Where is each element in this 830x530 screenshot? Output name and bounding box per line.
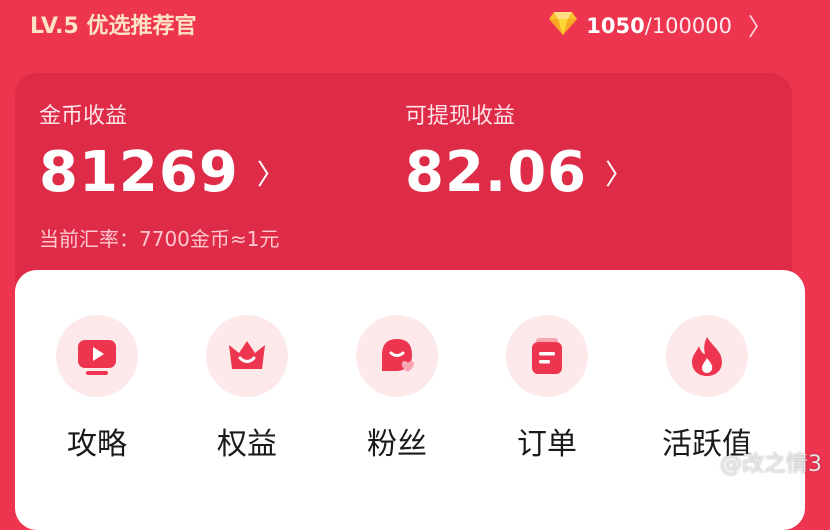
points-progress[interactable]: 1050/100000 〉 (548, 8, 772, 43)
menu-item-label: 粉丝 (367, 427, 427, 462)
withdrawable-earnings-label: 可提现收益 (405, 104, 516, 129)
flame-icon (666, 315, 748, 397)
chevron-right-icon: 〉 (605, 158, 634, 191)
menu-item-label: 订单 (517, 427, 577, 462)
chevron-right-icon: 〉 (256, 158, 285, 191)
coin-earnings[interactable]: 金币收益 81269 〉 (39, 98, 285, 206)
watermark: @改之情3 (720, 452, 822, 477)
coin-earnings-label: 金币收益 (39, 104, 128, 129)
withdrawable-earnings-value: 82.06 (405, 140, 588, 205)
menu-item-strategy[interactable]: 攻略 (32, 315, 162, 463)
exchange-rate: 当前汇率：7700金币≈1元 (39, 227, 280, 251)
level-badge: LV.5 优选推荐官 (30, 14, 197, 39)
menu-item-benefits[interactable]: 权益 (182, 315, 312, 463)
fan-heart-icon (356, 315, 438, 397)
points-total: /100000 (644, 13, 732, 38)
order-icon (506, 315, 588, 397)
earnings-card: 金币收益 81269 〉 可提现收益 82.06 〉 当前汇率：7700金币≈1… (15, 73, 792, 303)
coin-earnings-value: 81269 (39, 140, 239, 205)
menu-card: 攻略 权益 粉丝 订单 活跃值 (15, 270, 805, 530)
menu-item-fans[interactable]: 粉丝 (332, 315, 462, 463)
menu-item-activity[interactable]: 活跃值 (642, 315, 772, 463)
crown-icon (206, 315, 288, 397)
points-current: 1050 (586, 13, 645, 38)
diamond-icon (548, 10, 578, 41)
withdrawable-earnings[interactable]: 可提现收益 82.06 〉 (405, 98, 633, 206)
chevron-right-icon: 〉 (748, 13, 772, 41)
video-play-icon (56, 315, 138, 397)
menu-item-label: 权益 (217, 427, 277, 462)
menu-item-orders[interactable]: 订单 (482, 315, 612, 463)
menu-item-label: 攻略 (67, 427, 127, 462)
